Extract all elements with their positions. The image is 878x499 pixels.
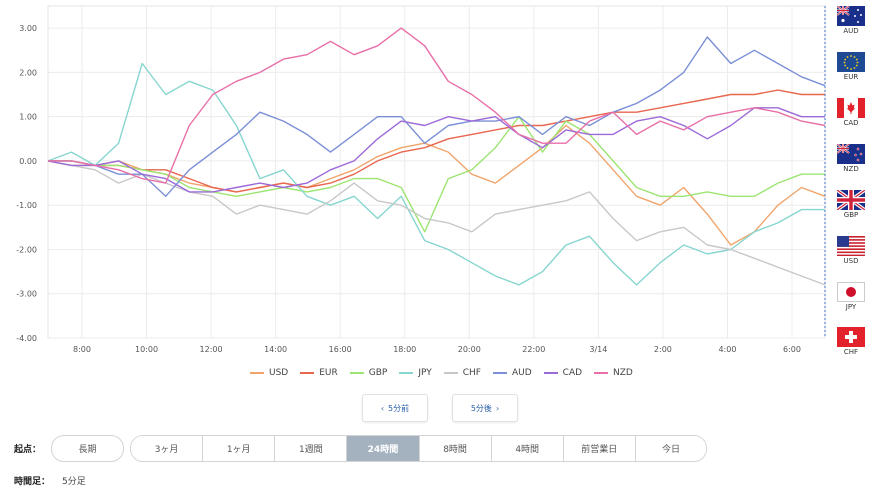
period-option[interactable]: 今日 [635,436,706,461]
legend-swatch [300,372,315,374]
legend-label: NZD [613,368,633,378]
x-axis-ticks: 8:00 10:00 12:00 14:00 16:00 18:00 20:00 22:00 3… [73,345,801,354]
y-tick-label: 1.00 [19,113,37,122]
period-option[interactable]: 3ヶ月 [131,436,204,461]
flag-code-eur: EUR [843,73,859,81]
period-option[interactable]: 8時間 [419,436,492,461]
period-option[interactable]: 1週間 [275,436,348,461]
flag-cad[interactable]: CAD [832,98,870,127]
legend-label: GBP [368,368,388,378]
series-line-eur [48,89,825,193]
y-tick-label: -1.00 [16,201,37,210]
y-tick-label: -2.00 [16,245,37,254]
legend-item-cad[interactable]: CAD [543,366,583,380]
timeframe-label: 時間足： [14,477,51,487]
x-tick-label: 12:00 [200,345,223,354]
japan-flag-icon [837,282,865,302]
legend-swatch [250,372,264,374]
x-tick-label: 14:00 [264,345,287,354]
legend-item-usd[interactable]: USD [250,366,288,380]
x-tick-label: 10:00 [135,345,158,354]
x-tick-label: 18:00 [393,345,416,354]
chevron-left-icon: ‹ [380,403,385,413]
usa-flag-icon [837,236,865,256]
long-term-label: 長期 [78,445,97,455]
timeframe-value: 5分足 [62,477,86,487]
legend-swatch [594,372,609,374]
x-tick-label: 3/14 [589,345,607,354]
series-line-cad [47,107,825,193]
canada-flag-icon [837,98,865,118]
flag-eur[interactable]: EUR [832,52,870,81]
legend-swatch [443,372,458,374]
legend-item-nzd[interactable]: NZD [594,366,633,380]
legend-label: CAD [562,368,583,378]
x-tick-label: 6:00 [783,345,801,354]
flag-code-usd: USD [843,257,859,265]
legend-label: EUR [319,368,338,378]
switzerland-flag-icon [837,327,865,347]
flag-aud[interactable]: AUD [832,6,870,35]
chart-legend: USD EUR GBP JPY CHF AUD CAD NZD [250,366,645,380]
legend-swatch [543,372,558,374]
legend-label: AUD [511,368,532,378]
flag-code-chf: CHF [843,348,859,356]
legend-label: CHF [462,368,481,378]
y-tick-label: -4.00 [16,334,37,343]
series-lines [47,27,826,286]
y-axis-ticks: 3.00 2.00 1.00 0.00 -1.00 -2.00 -3.00 -4.00 [16,24,37,343]
period-option[interactable]: 24時間 [347,436,420,461]
plot-frame [47,5,826,339]
y-tick-label: 3.00 [19,24,37,33]
long-term-button[interactable]: 長期 [51,435,124,462]
x-tick-label: 20:00 [458,345,481,354]
flag-code-cad: CAD [843,119,859,127]
prev-5min-button[interactable]: ‹ 5分前 [362,394,428,422]
series-line-nzd [48,27,826,184]
legend-item-aud[interactable]: AUD [492,366,532,380]
legend-item-eur[interactable]: EUR [300,366,338,380]
flag-gbp[interactable]: GBP [832,190,870,219]
y-tick-label: 0.00 [19,157,37,166]
eu-flag-icon [837,52,865,72]
x-tick-label: 16:00 [329,345,352,354]
flag-nzd[interactable]: NZD [832,144,870,173]
legend-item-chf[interactable]: CHF [443,366,481,380]
currency-strength-chart: 3.00 2.00 1.00 0.00 -1.00 -2.00 -3.00 -4.00 8:0… [16,5,826,354]
legend-item-jpy[interactable]: JPY [399,366,432,380]
y-tick-label: -3.00 [16,290,37,299]
period-selector: 3ヶ月 1ヶ月 1週間 24時間 8時間 4時間 前営業日 今日 [130,435,707,462]
legend-swatch [349,372,364,374]
australia-flag-icon [837,6,865,26]
start-point-label: 起点： [14,445,42,455]
flag-code-jpy: JPY [845,303,857,311]
y-tick-label: 2.00 [19,68,37,77]
period-option[interactable]: 1ヶ月 [203,436,276,461]
flag-chf[interactable]: CHF [832,327,870,356]
flag-code-nzd: NZD [843,165,859,173]
series-line-chf [47,160,826,286]
period-option[interactable]: 前営業日 [563,436,636,461]
x-tick-label: 22:00 [522,345,545,354]
new-zealand-flag-icon [837,144,865,164]
flag-usd[interactable]: USD [832,236,870,265]
legend-label: USD [269,368,289,378]
x-tick-label: 8:00 [73,345,91,354]
next-label: 5分後 [470,403,492,413]
chart-grid [47,5,826,339]
period-option[interactable]: 4時間 [491,436,564,461]
flag-code-aud: AUD [843,27,859,35]
legend-swatch [492,372,507,374]
x-tick-label: 4:00 [718,345,736,354]
flag-jpy[interactable]: JPY [832,282,870,311]
chevron-right-icon: › [495,403,500,413]
next-5min-button[interactable]: 5分後 › [452,394,518,422]
legend-item-gbp[interactable]: GBP [349,366,388,380]
legend-swatch [399,372,414,374]
flag-code-gbp: GBP [843,211,859,219]
x-tick-label: 2:00 [654,345,672,354]
uk-flag-icon [837,190,865,210]
legend-label: JPY [418,368,432,378]
prev-label: 5分前 [388,403,410,413]
